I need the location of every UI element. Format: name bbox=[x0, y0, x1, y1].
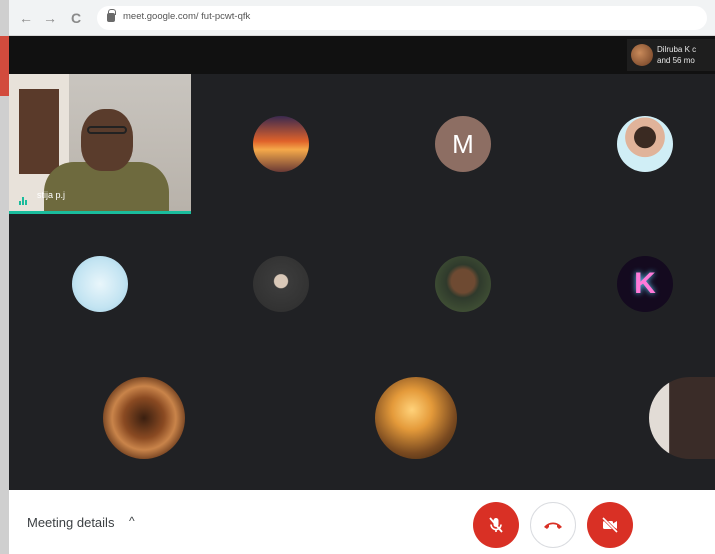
bottom-control-bar: Meeting details ^ bbox=[9, 490, 715, 554]
avatar-sunlight[interactable] bbox=[375, 377, 457, 459]
browser-toolbar: ← → C meet.google.com/ fut-pcwt-qfk bbox=[9, 0, 715, 36]
mic-off-icon bbox=[489, 517, 503, 533]
taskbar-accent bbox=[0, 36, 9, 96]
url-text: meet.google.com/ fut-pcwt-qfk bbox=[123, 11, 251, 22]
avatar-man[interactable] bbox=[435, 256, 491, 312]
camera-toggle-button[interactable] bbox=[587, 502, 633, 548]
join-notification: Dilruba K c and 56 mo bbox=[627, 39, 715, 71]
avatar-m[interactable]: M bbox=[435, 116, 491, 172]
notification-line-2: and 56 mo bbox=[657, 56, 695, 65]
meeting-details-button[interactable]: Meeting details bbox=[27, 515, 114, 530]
avatar-sunset[interactable] bbox=[253, 116, 309, 172]
background-door bbox=[19, 89, 59, 174]
avatar-woman[interactable] bbox=[617, 116, 673, 172]
forward-button[interactable]: → bbox=[41, 9, 59, 27]
avatar-sky[interactable] bbox=[72, 256, 128, 312]
mic-toggle-button[interactable] bbox=[473, 502, 519, 548]
hang-up-icon bbox=[544, 522, 562, 529]
back-button[interactable]: ← bbox=[17, 9, 35, 27]
avatar bbox=[631, 44, 653, 66]
notification-text: Dilruba K c and 56 mo bbox=[657, 44, 696, 66]
avatar-baby[interactable] bbox=[253, 256, 309, 312]
camera-off-icon bbox=[601, 516, 619, 534]
presenter-tile[interactable]: stija p.j bbox=[9, 74, 191, 214]
participant-grid: stija p.j M K bbox=[9, 74, 715, 490]
address-bar[interactable]: meet.google.com/ fut-pcwt-qfk bbox=[97, 6, 707, 30]
notification-line-1: Dilruba K c bbox=[657, 45, 697, 54]
avatar-person-cropped[interactable] bbox=[649, 377, 715, 459]
end-call-button[interactable] bbox=[530, 502, 576, 548]
glasses bbox=[87, 126, 127, 134]
speaking-indicator-icon bbox=[19, 192, 31, 205]
meet-top-bar: Dilruba K c and 56 mo bbox=[9, 36, 715, 74]
lock-icon bbox=[107, 9, 116, 22]
reload-button[interactable]: C bbox=[67, 9, 85, 27]
presenter-face bbox=[81, 109, 133, 171]
avatar-k[interactable]: K bbox=[617, 256, 673, 312]
chevron-up-icon[interactable]: ^ bbox=[129, 514, 135, 528]
avatar-rose[interactable] bbox=[103, 377, 185, 459]
presenter-name: stija p.j bbox=[37, 190, 66, 200]
